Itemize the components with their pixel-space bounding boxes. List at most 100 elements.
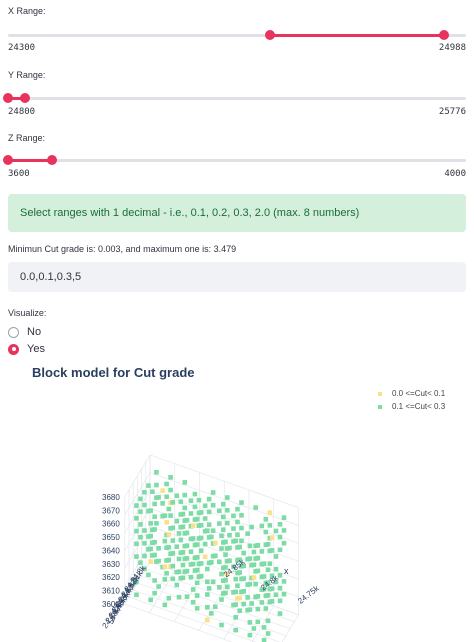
block-marker: [213, 604, 218, 610]
block-marker: [245, 595, 250, 600]
block-marker: [233, 576, 238, 582]
block-marker: [277, 547, 283, 553]
block-marker: [205, 617, 210, 623]
z-range-slider[interactable]: [3, 155, 466, 165]
block-marker: [224, 495, 230, 500]
z-range-high-handle[interactable]: [46, 155, 57, 165]
visualize-option-yes[interactable]: Yes: [8, 343, 45, 355]
block-marker: [198, 548, 204, 553]
block-marker: [227, 545, 232, 551]
block-marker: [235, 532, 240, 537]
block-marker: [196, 497, 202, 503]
block-marker: [245, 531, 250, 536]
block-marker: [261, 574, 267, 579]
block-marker: [269, 548, 275, 553]
x-range-slider[interactable]: [8, 30, 466, 40]
z-tick-label: 3610: [102, 587, 120, 596]
radio-yes[interactable]: [8, 343, 19, 355]
block-marker: [174, 544, 180, 549]
block-marker: [273, 528, 279, 534]
block-marker: [176, 531, 182, 536]
block-marker: [170, 551, 176, 556]
breaks-input[interactable]: 0.0,0.1,0.3,5: [8, 262, 466, 292]
block-marker: [134, 516, 139, 521]
block-marker: [134, 528, 139, 534]
block-marker: [152, 590, 157, 596]
block-marker: [223, 552, 228, 557]
block-marker: [209, 611, 214, 616]
y-range-high-handle[interactable]: [20, 93, 31, 103]
block-marker: [180, 562, 186, 568]
y-range-low-handle[interactable]: [3, 93, 13, 103]
block-marker: [174, 518, 180, 524]
radio-no-label: No: [27, 326, 42, 338]
block-marker: [255, 543, 261, 548]
block-marker: [154, 482, 159, 488]
x-range-low-handle[interactable]: [264, 30, 275, 40]
block-marker: [267, 523, 273, 528]
block-marker: [281, 591, 287, 597]
block-marker: [221, 527, 226, 532]
block-marker: [164, 570, 169, 576]
block-marker: [221, 501, 226, 507]
block-marker: [224, 507, 230, 513]
block-marker: [202, 516, 208, 521]
z-tick-label: 3650: [102, 533, 120, 542]
block-marker: [205, 579, 210, 585]
info-alert: Select ranges with 1 decimal - i.e., 0.1…: [8, 194, 466, 232]
block-marker: [217, 508, 222, 514]
block-marker: [198, 535, 204, 541]
block-marker: [162, 513, 168, 518]
block-marker: [202, 541, 208, 547]
block-marker: [142, 528, 147, 533]
block-marker: [152, 539, 157, 545]
y-range-label: Y Range:: [8, 70, 46, 80]
block-marker: [233, 589, 238, 595]
block-marker: [277, 534, 283, 540]
block-marker: [170, 500, 176, 505]
x-range-fill: [269, 34, 445, 37]
block-marker: [164, 494, 169, 500]
y-range-slider[interactable]: [3, 93, 466, 103]
radio-no[interactable]: [8, 326, 19, 338]
block-marker: [182, 480, 188, 485]
block-marker: [148, 508, 153, 513]
block-marker: [255, 568, 261, 574]
block-marker: [249, 601, 254, 606]
z-range-low-handle[interactable]: [3, 155, 13, 165]
block-marker: [251, 575, 257, 580]
z-range-label: Z Range:: [8, 133, 46, 143]
scatter-3d-plot[interactable]: 36003610362036303640365036603670368024.8…: [0, 384, 474, 642]
block-marker: [206, 509, 212, 515]
block-marker: [224, 584, 230, 590]
block-marker: [247, 543, 253, 549]
block-marker: [180, 524, 186, 530]
x-axis-title: x: [284, 566, 289, 576]
block-marker: [235, 583, 240, 588]
block-marker: [227, 532, 232, 538]
block-marker: [148, 597, 153, 603]
block-marker: [170, 576, 176, 582]
block-marker: [148, 533, 153, 539]
breaks-input-value: 0.0,0.1,0.3,5: [20, 271, 82, 283]
block-marker: [217, 585, 222, 590]
block-marker: [138, 496, 143, 502]
block-marker: [176, 569, 182, 574]
block-marker: [170, 563, 176, 569]
block-marker: [273, 554, 279, 559]
block-marker: [210, 502, 216, 508]
block-marker: [210, 528, 216, 534]
block-marker: [217, 559, 222, 565]
block-marker: [178, 537, 184, 543]
block-marker: [233, 627, 238, 633]
block-marker: [156, 558, 161, 564]
block-marker: [152, 552, 157, 558]
x-range-high-handle[interactable]: [439, 30, 450, 40]
block-marker: [162, 538, 168, 544]
visualize-option-no[interactable]: No: [8, 326, 41, 338]
block-marker: [184, 594, 190, 599]
block-marker: [152, 514, 157, 519]
radio-yes-label: Yes: [27, 343, 45, 355]
block-marker: [281, 515, 287, 520]
block-marker: [281, 579, 287, 584]
